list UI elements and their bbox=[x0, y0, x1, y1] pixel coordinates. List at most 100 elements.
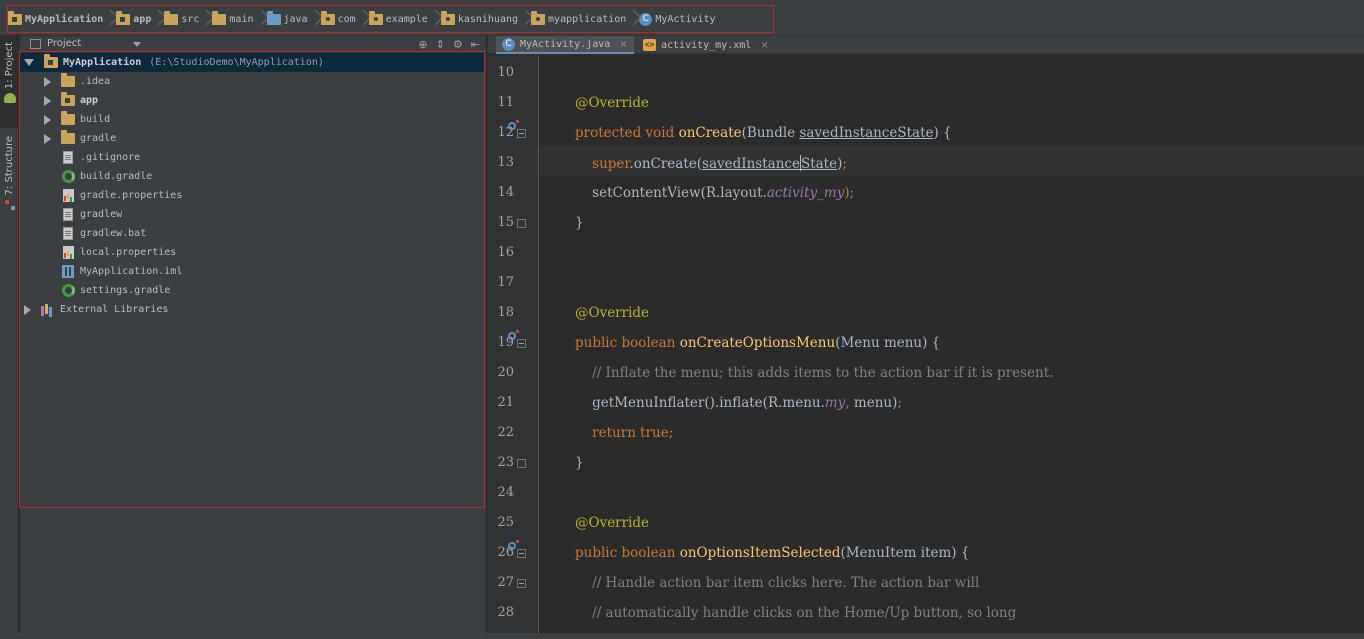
code-text: } bbox=[575, 455, 584, 471]
collapse-all-icon[interactable]: ⇕ bbox=[436, 37, 445, 52]
code-area[interactable]: 10 11 @Override 12 protected void onCreate(B… bbox=[497, 55, 1364, 639]
expand-right-icon[interactable] bbox=[44, 76, 51, 87]
tree-item[interactable]: gradle bbox=[20, 129, 484, 148]
project-view-icon bbox=[30, 38, 41, 49]
project-tool-tab[interactable]: 1: Project bbox=[0, 36, 19, 128]
override-marker-icon[interactable] bbox=[508, 120, 519, 130]
code-token: savedInstanceState bbox=[799, 125, 934, 141]
scroll-from-source-icon[interactable]: ⊕ bbox=[418, 37, 427, 52]
code-token: } bbox=[575, 455, 584, 471]
fold-end-icon[interactable] bbox=[517, 459, 526, 468]
code-line: 11 @Override bbox=[497, 95, 1364, 125]
close-icon[interactable]: × bbox=[619, 39, 627, 50]
tree-item[interactable]: MyApplication (E:\StudioDemo\MyApplicatio… bbox=[20, 53, 484, 72]
tree-item-label: build bbox=[80, 114, 111, 125]
code-line: 16 bbox=[497, 245, 1364, 275]
tree-item-label: gradlew.bat bbox=[80, 228, 147, 239]
code-token: @Override bbox=[575, 95, 650, 111]
fold-toggle-icon[interactable] bbox=[517, 129, 526, 138]
code-token: // Handle action bar item clicks here. T… bbox=[592, 575, 980, 591]
code-text: } bbox=[575, 215, 584, 231]
code-text: getMenuInflater().inflate(R.menu.my, men… bbox=[575, 395, 902, 411]
code-editor: C MyActivity.java × <> activity_my.xml × 10 11… bbox=[487, 36, 1364, 639]
code-token: (MenuItem item) { bbox=[840, 545, 970, 561]
iml-icon bbox=[62, 265, 74, 278]
tree-item-icon-wrap bbox=[60, 227, 76, 240]
tree-item[interactable]: build.gradle bbox=[20, 167, 484, 186]
fold-toggle-icon[interactable] bbox=[517, 549, 526, 558]
xml-icon: <> bbox=[643, 39, 656, 51]
expand-right-icon[interactable] bbox=[44, 114, 51, 125]
tree-item[interactable]: gradle.properties bbox=[20, 186, 484, 205]
project-view-selector[interactable]: Project bbox=[30, 38, 81, 49]
tree-item-label: gradle.properties bbox=[80, 190, 183, 201]
tree-item-label: app bbox=[80, 95, 99, 106]
tree-item[interactable]: app bbox=[20, 91, 484, 110]
fold-end-icon[interactable] bbox=[517, 219, 526, 228]
line-number: 13 bbox=[497, 155, 514, 170]
line-number: 25 bbox=[497, 515, 514, 530]
line-number: 22 bbox=[497, 425, 514, 440]
code-text: // automatically handle clicks on the Ho… bbox=[575, 605, 1016, 621]
tree-item-label: gradlew bbox=[80, 209, 123, 220]
line-number: 23 bbox=[497, 455, 514, 470]
close-icon[interactable]: × bbox=[760, 40, 768, 51]
gear-icon[interactable]: ⚙ bbox=[453, 37, 463, 52]
code-token: ; bbox=[897, 395, 902, 411]
expand-right-icon[interactable] bbox=[44, 133, 51, 144]
tree-item-icon-wrap bbox=[60, 92, 76, 106]
tree-item-icon-wrap bbox=[60, 73, 76, 87]
code-token: activity_my bbox=[766, 185, 845, 201]
override-marker-icon[interactable] bbox=[508, 540, 519, 550]
tree-item-label: MyApplication bbox=[63, 57, 142, 68]
line-number: 16 bbox=[497, 245, 514, 260]
editor-tabs: C MyActivity.java × <> activity_my.xml × bbox=[488, 36, 1364, 54]
expand-right-icon[interactable] bbox=[24, 304, 31, 315]
gradle-icon bbox=[61, 284, 75, 297]
structure-tool-tab[interactable]: 7: Structure bbox=[0, 136, 19, 236]
editor-tab[interactable]: <> activity_my.xml × bbox=[637, 36, 775, 54]
tree-item[interactable]: External Libraries bbox=[20, 300, 484, 319]
tree-item[interactable]: build bbox=[20, 110, 484, 129]
code-token: setContentView(R.layout. bbox=[575, 185, 767, 201]
code-line: 13 super.onCreate(savedInstanceState); bbox=[497, 146, 1364, 176]
code-token: ); bbox=[844, 185, 855, 201]
project-panel: Project ⊕ ⇕ ⚙ ⇤ MyApplication (E:\StudioD… bbox=[20, 36, 486, 639]
code-line: 24 bbox=[497, 485, 1364, 515]
editor-tab-label: activity_my.xml bbox=[661, 39, 752, 51]
tree-item[interactable]: .idea bbox=[20, 72, 484, 91]
fold-toggle-icon[interactable] bbox=[517, 339, 526, 348]
tree-item[interactable]: gradlew.bat bbox=[20, 224, 484, 243]
tree-item[interactable]: .gitignore bbox=[20, 148, 484, 167]
code-token: // automatically handle clicks on the Ho… bbox=[592, 605, 1017, 621]
expand-down-icon[interactable] bbox=[24, 59, 34, 66]
tree-item-icon-wrap bbox=[60, 151, 76, 164]
android-icon bbox=[3, 93, 16, 104]
code-text: protected void onCreate(Bundle savedInst… bbox=[575, 125, 952, 141]
expand-right-icon[interactable] bbox=[44, 95, 51, 106]
line-number: 10 bbox=[497, 65, 514, 80]
tree-item[interactable]: MyApplication.iml bbox=[20, 262, 484, 281]
text-file-icon bbox=[63, 227, 73, 240]
status-strip bbox=[0, 633, 1364, 639]
code-text: return true; bbox=[575, 425, 673, 441]
code-line: 27 // Handle action bar item clicks here… bbox=[497, 575, 1364, 605]
code-text: // Inflate the menu; this adds items to … bbox=[575, 365, 1053, 381]
fold-toggle-icon[interactable] bbox=[517, 579, 526, 588]
code-token: @Override bbox=[575, 515, 650, 531]
tree-item[interactable]: gradlew bbox=[20, 205, 484, 224]
tree-item[interactable]: settings.gradle bbox=[20, 281, 484, 300]
line-number: 17 bbox=[497, 275, 514, 290]
override-marker-icon[interactable] bbox=[508, 330, 519, 340]
code-token: (Menu menu) { bbox=[835, 335, 941, 351]
chevron-down-icon[interactable] bbox=[133, 42, 141, 47]
hide-panel-icon[interactable]: ⇤ bbox=[471, 37, 480, 52]
editor-tab[interactable]: C MyActivity.java × bbox=[496, 36, 634, 54]
text-file-icon bbox=[63, 151, 73, 164]
code-token: onCreate bbox=[678, 125, 742, 141]
code-line: 22 return true; bbox=[497, 425, 1364, 455]
tree-item[interactable]: local.properties bbox=[20, 243, 484, 262]
